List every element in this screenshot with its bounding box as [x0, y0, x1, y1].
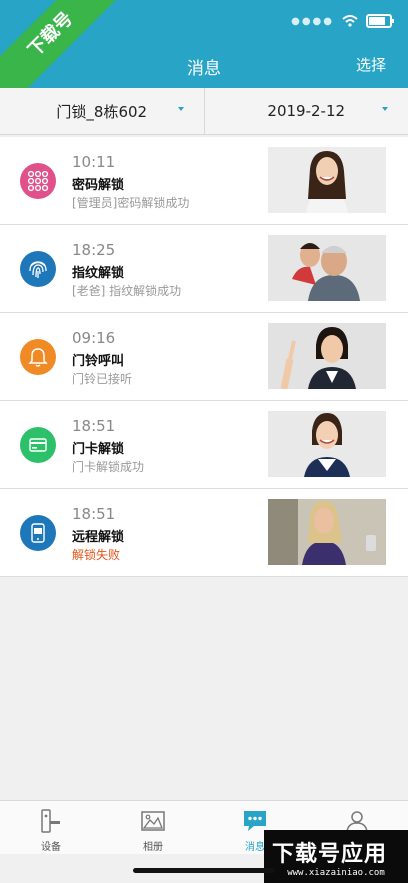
status-bar: ●●●● [291, 14, 394, 28]
tab-label: 消息 [245, 842, 265, 853]
message-item[interactable]: 18:25 指纹解锁 [老爸] 指纹解锁成功 [0, 225, 408, 313]
tab-label: 设备 [41, 842, 61, 853]
page-title: 消息 [187, 59, 221, 79]
filter-bar: 门锁_8栋602 2019-2-12 [0, 88, 408, 135]
card-icon [20, 427, 56, 463]
wifi-icon [342, 15, 358, 27]
message-desc: [管理员]密码解锁成功 [72, 196, 190, 210]
date-selector[interactable]: 2019-2-12 [203, 88, 408, 134]
snapshot-photo[interactable] [268, 323, 386, 389]
snapshot-photo[interactable] [268, 411, 386, 477]
watermark-url: www.xiazainiao.com [287, 868, 385, 878]
message-item[interactable]: 09:16 门铃呼叫 门铃已接听 [0, 313, 408, 401]
keypad-icon [20, 163, 56, 199]
message-item[interactable]: 18:51 远程解锁 解锁失败 [0, 489, 408, 577]
message-desc: [老爸] 指纹解锁成功 [72, 284, 182, 298]
date-selector-label: 2019-2-12 [267, 102, 346, 120]
message-desc: 门铃已接听 [72, 372, 133, 386]
message-title: 门卡解锁 [72, 442, 125, 457]
select-button[interactable]: 选择 [356, 54, 386, 75]
bell-icon [20, 339, 56, 375]
photo-album-icon [141, 811, 165, 831]
snapshot-photo[interactable] [268, 147, 386, 213]
message-time: 09:16 [72, 329, 116, 347]
message-time: 18:51 [72, 505, 116, 523]
message-time: 18:51 [72, 417, 116, 435]
message-title: 密码解锁 [72, 178, 125, 193]
message-time: 10:11 [72, 153, 116, 171]
chevron-down-icon [177, 107, 184, 111]
message-item[interactable]: 18:51 门卡解锁 门卡解锁成功 [0, 401, 408, 489]
tab-album[interactable]: 相册 [102, 801, 204, 854]
message-title: 远程解锁 [72, 530, 125, 545]
battery-icon [366, 14, 394, 28]
tab-label: 相册 [143, 842, 163, 853]
watermark-badge: 下载号应用 www.xiazainiao.com [264, 830, 408, 883]
lock-selector-label: 门锁_8栋602 [56, 102, 148, 121]
message-time: 18:25 [72, 241, 116, 259]
message-list: 10:11 密码解锁 [管理员]密码解锁成功 18:25 指纹解锁 [老爸] 指… [0, 137, 408, 577]
message-desc: 门卡解锁成功 [72, 460, 145, 474]
tab-device[interactable]: 设备 [0, 801, 102, 854]
watermark-title: 下载号应用 [272, 842, 388, 867]
message-title: 门铃呼叫 [72, 354, 125, 369]
app-phone-icon [20, 515, 56, 551]
chevron-down-icon [382, 107, 388, 111]
message-title: 指纹解锁 [72, 266, 125, 281]
lock-selector[interactable]: 门锁_8栋602 [0, 88, 204, 134]
message-desc: 解锁失败 [72, 548, 121, 562]
signal-icon: ●●●● [291, 15, 334, 27]
snapshot-photo[interactable] [268, 235, 386, 301]
device-icon [41, 809, 60, 833]
snapshot-photo[interactable] [268, 499, 386, 565]
fingerprint-icon [20, 251, 56, 287]
message-item[interactable]: 10:11 密码解锁 [管理员]密码解锁成功 [0, 137, 408, 225]
home-indicator [133, 868, 275, 873]
